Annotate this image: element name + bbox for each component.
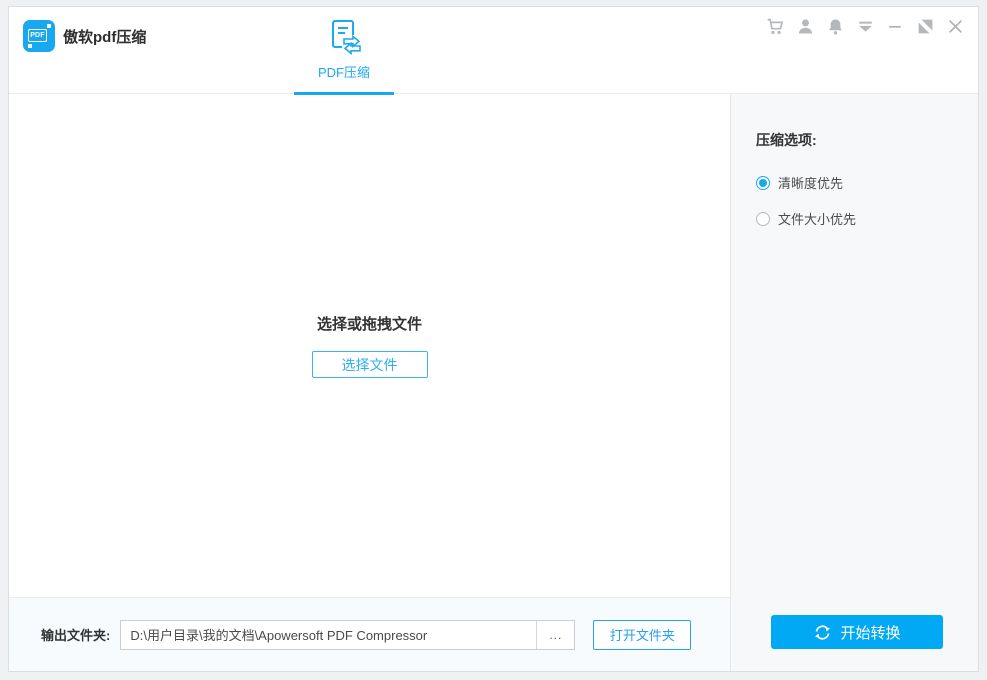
radio-option-label: 文件大小优先 [778,209,856,228]
output-path-input[interactable] [121,621,536,649]
output-folder-label: 输出文件夹: [41,625,110,644]
system-icon-bar [755,17,965,36]
maximize-icon[interactable] [916,17,935,36]
logo-compress-mark [28,44,32,48]
close-icon[interactable] [946,17,965,36]
dropdown-icon[interactable] [856,17,875,36]
main-column: 选择或拖拽文件 选择文件 输出文件夹: ... 打开文件夹 [9,94,731,671]
app-brand: PDF 傲软pdf压缩 [23,20,146,52]
minimize-icon[interactable] [886,17,905,36]
logo-compress-mark [47,24,51,28]
pdf-compress-icon [294,19,394,60]
radio-unselected-icon [756,212,770,226]
tab-pdf-compress[interactable]: PDF压缩 [294,7,394,94]
start-convert-label: 开始转换 [840,622,900,643]
bell-icon[interactable] [826,17,845,36]
radio-option-label: 清晰度优先 [778,173,843,192]
app-title: 傲软pdf压缩 [63,26,146,47]
file-drop-area[interactable]: 选择或拖拽文件 选择文件 [9,94,730,597]
tab-active-underline [294,92,394,95]
output-folder-bar: 输出文件夹: ... 打开文件夹 [9,597,730,671]
output-path-box: ... [120,620,575,650]
radio-selected-icon [756,176,770,190]
start-convert-button[interactable]: 开始转换 [771,615,943,649]
choose-file-button[interactable]: 选择文件 [312,351,428,378]
content-area: 选择或拖拽文件 选择文件 输出文件夹: ... 打开文件夹 压缩选项: 清晰度优… [9,94,978,671]
app-logo-icon: PDF [23,20,55,52]
radio-option-clarity[interactable]: 清晰度优先 [756,173,978,192]
convert-refresh-icon [813,623,832,642]
cart-icon[interactable] [766,17,785,36]
drop-hint-text: 选择或拖拽文件 [317,313,422,334]
tab-label: PDF压缩 [294,62,394,81]
sidebar: 压缩选项: 清晰度优先 文件大小优先 [731,94,978,671]
open-folder-button[interactable]: 打开文件夹 [593,620,691,650]
app-window: PDF 傲软pdf压缩 [8,6,979,672]
header: PDF 傲软pdf压缩 [9,7,978,94]
browse-folder-button[interactable]: ... [536,621,574,649]
user-icon[interactable] [796,17,815,36]
radio-option-filesize[interactable]: 文件大小优先 [756,209,978,228]
compress-options-title: 压缩选项: [756,130,978,150]
app-logo-text: PDF [28,29,47,42]
